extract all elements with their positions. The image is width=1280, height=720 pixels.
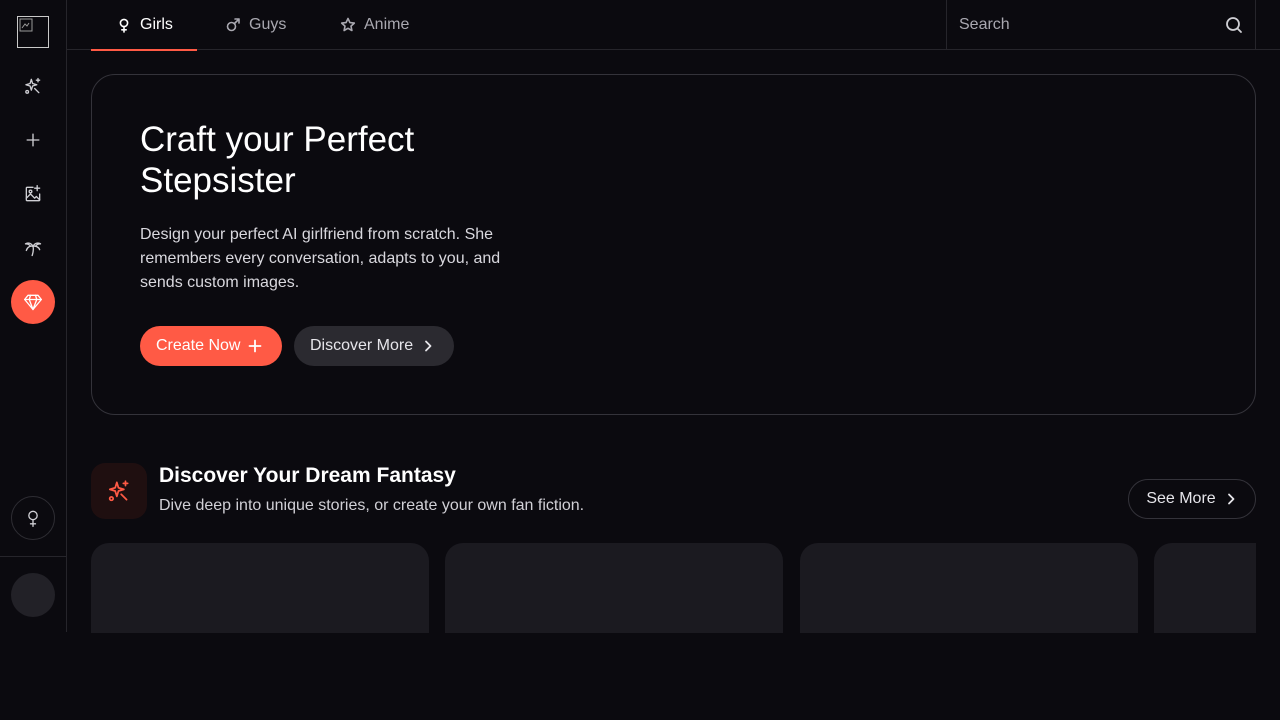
sidebar-item-my-ai[interactable] (11, 226, 55, 270)
sparkles-icon (25, 77, 41, 94)
section-icon-box (91, 463, 147, 519)
palm-tree-icon (24, 242, 42, 257)
broken-image-icon (19, 18, 33, 32)
sidebar-item-create[interactable] (11, 118, 55, 162)
top-bar: Girls Guys Anime (67, 0, 1280, 51)
venus-icon (28, 510, 38, 527)
discover-more-label: Discover More (310, 337, 414, 354)
story-card-carousel (91, 543, 1256, 633)
see-more-label: See More (1146, 490, 1216, 507)
sidebar-item-discover[interactable] (11, 64, 55, 108)
venus-icon (119, 18, 129, 33)
sidebar (0, 0, 67, 632)
story-card[interactable] (445, 543, 783, 633)
tab-label: Girls (140, 16, 173, 33)
chevron-right-icon (425, 340, 432, 352)
tab-anime[interactable]: Anime (340, 0, 409, 50)
mars-icon (226, 18, 240, 32)
story-card[interactable] (800, 543, 1138, 633)
gender-switch-button[interactable] (11, 496, 55, 540)
tab-label: Guys (249, 16, 287, 33)
plus-icon (26, 133, 40, 147)
sidebar-divider (0, 556, 66, 557)
search-box (946, 0, 1256, 50)
search-icon[interactable] (1225, 16, 1243, 34)
story-card[interactable] (91, 543, 429, 633)
discover-more-button[interactable]: Discover More (294, 326, 454, 366)
sparkles-icon (108, 480, 129, 502)
section-title: Discover Your Dream Fantasy (159, 464, 456, 487)
app: Girls Guys Anime Cra (0, 0, 1280, 720)
search-input[interactable] (947, 0, 1255, 50)
tab-guys[interactable]: Guys (225, 0, 286, 50)
story-card[interactable] (1154, 543, 1256, 633)
see-more-button[interactable]: See More (1128, 479, 1256, 519)
create-now-button[interactable]: Create Now (140, 326, 282, 366)
sidebar-item-generate-image[interactable] (11, 172, 55, 216)
avatar[interactable] (11, 573, 55, 617)
hero-description: Design your perfect AI girlfriend from s… (140, 226, 501, 291)
hero-title: Craft your Perfect Stepsister (140, 120, 415, 200)
sidebar-item-premium[interactable] (11, 280, 55, 324)
hero-banner: Craft your Perfect Stepsister Design you… (91, 74, 1256, 415)
logo[interactable] (17, 16, 49, 48)
create-now-label: Create Now (156, 337, 241, 354)
image-plus-icon (25, 185, 41, 202)
tab-label: Anime (364, 16, 410, 33)
star-icon (340, 17, 356, 32)
section-subtitle: Dive deep into unique stories, or create… (159, 497, 585, 514)
tab-girls[interactable]: Girls (91, 0, 197, 51)
gem-icon (24, 294, 42, 311)
plus-icon (249, 339, 262, 353)
chevron-right-icon (1227, 493, 1235, 505)
